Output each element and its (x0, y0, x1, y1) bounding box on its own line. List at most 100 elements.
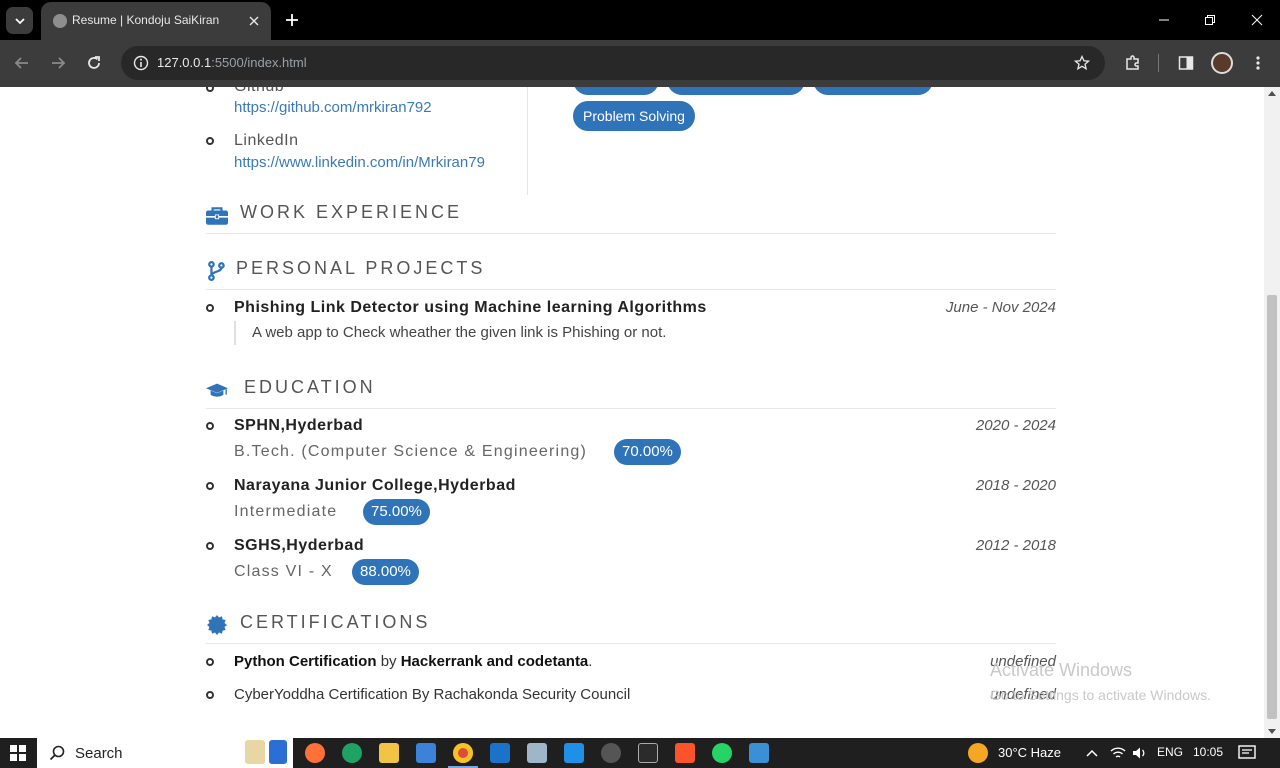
project-date: June - Nov 2024 (945, 299, 1056, 316)
scroll-down-arrow[interactable] (1268, 729, 1276, 734)
extensions-button[interactable] (1121, 51, 1145, 75)
new-tab-button[interactable] (281, 9, 303, 31)
education-school: SPHN,Hyderbad (234, 417, 364, 434)
brave-icon[interactable] (675, 743, 695, 763)
search-icon (49, 745, 65, 761)
clock[interactable]: 10:05 (1193, 745, 1223, 759)
chrome-icon[interactable] (453, 743, 473, 763)
firefox-icon[interactable] (305, 743, 325, 763)
side-panel-icon (1178, 56, 1194, 70)
language-indicator[interactable]: ENG (1157, 745, 1183, 759)
close-icon (249, 16, 259, 26)
restore-button[interactable] (1187, 0, 1233, 40)
weather-icon[interactable] (968, 743, 988, 763)
minimize-button[interactable] (1141, 0, 1187, 40)
bookmark-button[interactable] (1071, 52, 1093, 74)
taskbar-search[interactable]: Search (37, 738, 293, 768)
watermark-subtitle: Go to Settings to activate Windows. (990, 687, 1211, 703)
project-description: A web app to Check wheather the given li… (252, 324, 667, 341)
reload-button[interactable] (82, 51, 106, 75)
forward-button[interactable] (46, 51, 70, 75)
education-date: 2018 - 2020 (975, 477, 1056, 494)
minimize-icon (1159, 19, 1169, 21)
score-badge: 70.00% (614, 439, 681, 465)
address-bar[interactable]: 127.0.0.1:5500/index.html (121, 46, 1105, 80)
section-title: PERSONAL PROJECTS (236, 258, 486, 278)
education-degree: Intermediate (234, 503, 338, 520)
whatsapp-icon[interactable] (712, 743, 732, 763)
url-text: 127.0.0.1:5500/index.html (157, 55, 307, 70)
arrow-left-icon (14, 57, 28, 69)
volume-icon[interactable] (1132, 746, 1148, 760)
list-bullet (206, 422, 214, 430)
store-icon[interactable] (416, 743, 436, 763)
puzzle-icon (1126, 55, 1139, 70)
section-personal-projects: PERSONAL PROJECTS (206, 250, 1056, 290)
section-work-experience: WORK EXPERIENCE (206, 194, 1056, 234)
wifi-icon[interactable] (1110, 746, 1126, 760)
info-icon (133, 55, 149, 71)
url-host: 127.0.0.1 (157, 55, 212, 70)
notepad-icon[interactable] (527, 743, 547, 763)
tab-search-button[interactable] (6, 7, 33, 34)
side-panel-button[interactable] (1174, 51, 1198, 75)
notifications-icon[interactable] (1238, 745, 1256, 761)
section-certifications: CERTIFICATIONS (206, 604, 1056, 644)
weather-text[interactable]: 30°C Haze (998, 745, 1061, 760)
photos-icon[interactable] (749, 743, 769, 763)
project-title: Phishing Link Detector using Machine lea… (234, 299, 707, 316)
profile-avatar[interactable] (1211, 52, 1233, 74)
tab-resume[interactable]: Resume | Kondoju SaiKiran (41, 2, 271, 40)
search-highlight-icon (269, 740, 287, 764)
certification-issuer: Hackerrank and codetanta (400, 653, 589, 670)
back-button[interactable] (10, 51, 34, 75)
github-link[interactable]: https://github.com/mrkiran792 (234, 99, 432, 116)
certification-suffix: . (588, 653, 593, 670)
section-title: CERTIFICATIONS (240, 612, 431, 632)
certification-item: CyberYoddha Certification By Rachakonda … (234, 686, 631, 703)
close-icon (1251, 14, 1263, 26)
scroll-thumb[interactable] (1267, 295, 1277, 719)
education-school: SGHS,Hyderbad (234, 537, 365, 554)
linkedin-link[interactable]: https://www.linkedin.com/in/Mrkiran79 (234, 154, 485, 171)
education-date: 2012 - 2018 (975, 537, 1056, 554)
contact-label-linkedin: LinkedIn (234, 132, 299, 149)
scroll-up-arrow[interactable] (1268, 91, 1276, 96)
restore-icon (1205, 15, 1215, 25)
git-branch-icon (208, 261, 225, 281)
section-title: EDUCATION (244, 377, 376, 397)
file-explorer-icon[interactable] (379, 743, 399, 763)
browser-tab-bar: Resume | Kondoju SaiKiran (0, 0, 1280, 40)
list-bullet (206, 658, 214, 666)
contact-label-github: Github (234, 87, 284, 96)
globe-icon (53, 14, 67, 28)
tab-close-button[interactable] (244, 11, 264, 31)
browser-toolbar: 127.0.0.1:5500/index.html (0, 40, 1280, 87)
education-degree: B.Tech. (Computer Science & Engineering) (234, 443, 588, 460)
briefcase-icon (206, 207, 228, 225)
tab-title: Resume | Kondoju SaiKiran (72, 13, 220, 27)
start-button[interactable] (10, 745, 26, 761)
list-bullet (206, 482, 214, 490)
list-bullet (206, 304, 214, 312)
terminal-icon[interactable] (638, 743, 658, 763)
skill-tag-problem-solving: Problem Solving (573, 101, 695, 131)
chevron-up-icon[interactable] (1086, 748, 1098, 758)
plus-icon (286, 14, 298, 26)
education-date: 2020 - 2024 (975, 417, 1056, 434)
edge-icon[interactable] (342, 743, 362, 763)
settings-icon[interactable] (601, 743, 621, 763)
page-scrollbar[interactable] (1264, 87, 1280, 738)
vscode-icon[interactable] (564, 743, 584, 763)
toolbar-divider (1158, 54, 1159, 72)
site-info-button[interactable] (129, 51, 153, 75)
browser-menu-button[interactable] (1246, 51, 1270, 75)
window-close-button[interactable] (1234, 0, 1280, 40)
education-degree: Class VI - X (234, 563, 333, 580)
list-bullet (206, 87, 214, 92)
score-badge: 88.00% (352, 559, 419, 585)
certification-name: Python Certification (234, 653, 377, 670)
quote-bar (234, 321, 236, 345)
app-icon[interactable] (490, 743, 510, 763)
certificate-icon (207, 615, 227, 635)
